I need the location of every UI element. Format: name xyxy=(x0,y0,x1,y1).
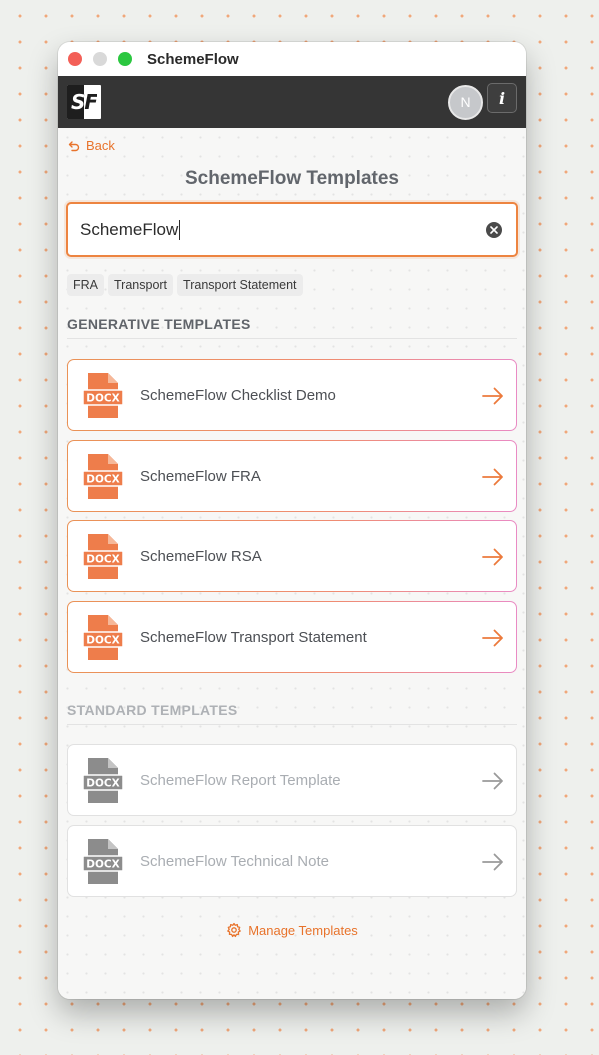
docx-file-icon: DOCX xyxy=(82,757,124,803)
undo-arrow-icon xyxy=(68,140,80,151)
close-window-button[interactable] xyxy=(68,52,82,66)
template-label: SchemeFlow Report Template xyxy=(140,771,341,789)
arrow-right-icon xyxy=(482,387,503,405)
avatar-initial: N xyxy=(460,94,471,110)
arrow-right-icon xyxy=(482,853,503,871)
docx-badge: DOCX xyxy=(86,777,119,789)
main-content: Back SchemeFlow Templates SchemeFlow FRA… xyxy=(58,128,526,999)
template-card-transport-statement[interactable]: DOCX SchemeFlow Transport Statement xyxy=(67,601,517,673)
page-title: SchemeFlow Templates xyxy=(185,168,399,189)
docx-file-icon: DOCX xyxy=(82,453,124,499)
section-divider xyxy=(67,338,517,339)
docx-file-icon: DOCX xyxy=(82,372,124,418)
info-button[interactable]: i xyxy=(487,83,517,113)
arrow-right-icon xyxy=(482,548,503,566)
docx-file-icon: DOCX xyxy=(82,838,124,884)
filter-chip-transport[interactable]: Transport xyxy=(108,274,174,296)
app-header: SF N i xyxy=(58,76,526,128)
template-card-report-template[interactable]: DOCX SchemeFlow Report Template xyxy=(67,744,517,816)
template-label: SchemeFlow RSA xyxy=(140,547,262,565)
manage-templates-link[interactable]: Manage Templates xyxy=(58,922,526,938)
docx-file-icon: DOCX xyxy=(82,533,124,579)
arrow-right-icon xyxy=(482,468,503,486)
gear-icon xyxy=(227,922,242,938)
window-title: SchemeFlow xyxy=(147,50,239,68)
section-divider xyxy=(67,724,517,725)
generative-templates-heading: GENERATIVE TEMPLATES xyxy=(67,316,251,332)
zoom-window-button[interactable] xyxy=(118,52,132,66)
manage-templates-label: Manage Templates xyxy=(248,922,358,938)
template-label: SchemeFlow FRA xyxy=(140,467,261,485)
app-logo[interactable]: SF xyxy=(67,85,101,119)
template-card-technical-note[interactable]: DOCX SchemeFlow Technical Note xyxy=(67,825,517,897)
template-card-checklist-demo[interactable]: DOCX SchemeFlow Checklist Demo xyxy=(67,359,517,431)
back-link[interactable]: Back xyxy=(68,138,115,153)
info-icon: i xyxy=(498,88,506,108)
docx-badge: DOCX xyxy=(86,634,119,646)
app-window: SchemeFlow SF N i Back SchemeFlow Templa… xyxy=(58,42,526,999)
search-value: SchemeFlow xyxy=(80,219,179,239)
clear-circle-icon xyxy=(490,226,498,234)
filter-chip-transport-statement[interactable]: Transport Statement xyxy=(177,274,303,296)
minimize-window-button[interactable] xyxy=(93,52,107,66)
filter-chips: FRA Transport Transport Statement xyxy=(67,274,303,296)
arrow-right-icon xyxy=(482,772,503,790)
standard-templates-heading: STANDARD TEMPLATES xyxy=(67,702,238,718)
docx-badge: DOCX xyxy=(86,473,119,485)
filter-chip-fra[interactable]: FRA xyxy=(67,274,104,296)
template-card-fra[interactable]: DOCX SchemeFlow FRA xyxy=(67,440,517,512)
user-avatar[interactable]: N xyxy=(448,84,483,120)
template-label: SchemeFlow Technical Note xyxy=(140,852,329,870)
docx-badge: DOCX xyxy=(86,392,119,404)
template-card-rsa[interactable]: DOCX SchemeFlow RSA xyxy=(67,520,517,592)
template-label: SchemeFlow Transport Statement xyxy=(140,628,367,646)
logo-text: SF xyxy=(70,90,98,114)
clear-search-button[interactable] xyxy=(486,222,502,238)
template-label: SchemeFlow Checklist Demo xyxy=(140,386,336,404)
back-label: Back xyxy=(86,138,115,153)
arrow-right-icon xyxy=(482,629,503,647)
title-bar: SchemeFlow xyxy=(58,42,526,76)
docx-badge: DOCX xyxy=(86,858,119,870)
search-input[interactable]: SchemeFlow xyxy=(66,202,518,257)
docx-file-icon: DOCX xyxy=(82,614,124,660)
docx-badge: DOCX xyxy=(86,553,119,565)
text-cursor xyxy=(179,219,181,240)
